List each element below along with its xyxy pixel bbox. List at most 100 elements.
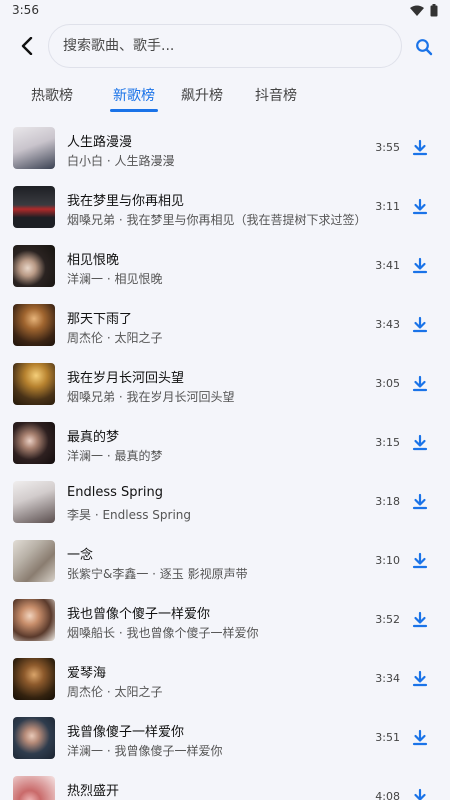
search-box[interactable]	[48, 24, 402, 68]
song-duration: 3:55	[375, 141, 400, 154]
wifi-icon	[410, 5, 424, 16]
song-title: Endless Spring	[67, 485, 163, 500]
song-title: 一念	[67, 548, 94, 563]
song-artist-album: 周杰伦 · 太阳之子	[67, 685, 163, 699]
album-cover	[13, 422, 55, 464]
chart-tabs: 热歌榜 新歌榜 飙升榜 抖音榜	[0, 76, 450, 114]
song-duration: 3:18	[375, 495, 400, 508]
download-button[interactable]	[410, 669, 430, 689]
tab-rising[interactable]: 飙升榜	[168, 76, 236, 114]
album-cover	[13, 481, 55, 523]
download-button[interactable]	[410, 197, 430, 217]
song-title: 我在梦里与你再相见	[67, 194, 185, 209]
download-icon	[412, 316, 428, 333]
song-item[interactable]: 我曾像傻子一样爱你 洋澜一 · 我曾像傻子一样爱你 3:51	[0, 710, 450, 769]
tab-douyin[interactable]: 抖音榜	[242, 76, 310, 114]
tab-label: 热歌榜	[31, 88, 73, 104]
tab-hot[interactable]: 热歌榜	[18, 76, 86, 114]
song-artist-album: 白小白 · 人生路漫漫	[67, 154, 175, 168]
download-icon	[412, 139, 428, 156]
status-time: 3:56	[12, 3, 39, 17]
download-button[interactable]	[410, 433, 430, 453]
status-icons	[410, 4, 438, 17]
song-item[interactable]: 热烈盛开 4:08	[0, 769, 450, 800]
song-title: 那天下雨了	[67, 312, 133, 327]
song-duration: 3:15	[375, 436, 400, 449]
song-duration: 3:10	[375, 554, 400, 567]
song-duration: 3:43	[375, 318, 400, 331]
download-button[interactable]	[410, 728, 430, 748]
download-button[interactable]	[410, 256, 430, 276]
album-cover	[13, 776, 55, 800]
back-button[interactable]	[14, 33, 40, 59]
download-icon	[412, 611, 428, 628]
album-cover	[13, 186, 55, 228]
tab-new[interactable]: 新歌榜	[92, 76, 176, 114]
download-button[interactable]	[410, 610, 430, 630]
tab-indicator	[110, 109, 158, 112]
album-cover	[13, 599, 55, 641]
song-duration: 3:51	[375, 731, 400, 744]
song-item[interactable]: 我也曾像个傻子一样爱你 烟嗓船长 · 我也曾像个傻子一样爱你 3:52	[0, 592, 450, 651]
download-icon	[412, 198, 428, 215]
song-title: 人生路漫漫	[67, 135, 133, 150]
search-input[interactable]	[61, 37, 401, 55]
song-title: 爱琴海	[67, 666, 107, 681]
download-button[interactable]	[410, 787, 430, 800]
tab-label: 飙升榜	[181, 88, 223, 104]
download-button[interactable]	[410, 315, 430, 335]
song-title: 最真的梦	[67, 430, 120, 445]
song-title: 我曾像傻子一样爱你	[67, 725, 185, 740]
download-button[interactable]	[410, 374, 430, 394]
song-item[interactable]: 那天下雨了 周杰伦 · 太阳之子 3:43	[0, 297, 450, 356]
album-cover	[13, 245, 55, 287]
tab-label: 新歌榜	[113, 88, 155, 104]
download-icon	[412, 434, 428, 451]
song-item[interactable]: 一念 张紫宁&李鑫一 · 逐玉 影视原声带 3:10	[0, 533, 450, 592]
song-item[interactable]: 爱琴海 周杰伦 · 太阳之子 3:34	[0, 651, 450, 710]
status-bar: 3:56	[0, 0, 450, 22]
search-button[interactable]	[412, 35, 436, 59]
download-icon	[412, 257, 428, 274]
download-icon	[412, 670, 428, 687]
song-item[interactable]: 人生路漫漫 白小白 · 人生路漫漫 3:55	[0, 120, 450, 179]
album-cover	[13, 658, 55, 700]
download-icon	[412, 493, 428, 510]
download-icon	[412, 729, 428, 746]
song-item[interactable]: 相见恨晚 洋澜一 · 相见恨晚 3:41	[0, 238, 450, 297]
song-artist-album: 周杰伦 · 太阳之子	[67, 331, 163, 345]
song-artist-album: 烟嗓兄弟 · 我在岁月长河回头望	[67, 390, 235, 404]
song-title: 我也曾像个傻子一样爱你	[67, 607, 211, 622]
song-artist-album: 洋澜一 · 最真的梦	[67, 449, 163, 463]
song-duration: 3:41	[375, 259, 400, 272]
song-item[interactable]: Endless Spring 李昊 · Endless Spring 3:18	[0, 474, 450, 533]
song-item[interactable]: 我在岁月长河回头望 烟嗓兄弟 · 我在岁月长河回头望 3:05	[0, 356, 450, 415]
song-title: 热烈盛开	[67, 784, 120, 799]
song-artist-album: 烟嗓兄弟 · 我在梦里与你再相见（我在菩提树下求过签）	[67, 213, 367, 227]
album-cover	[13, 363, 55, 405]
song-duration: 3:34	[375, 672, 400, 685]
song-title: 我在岁月长河回头望	[67, 371, 185, 386]
download-button[interactable]	[410, 138, 430, 158]
song-item[interactable]: 我在梦里与你再相见 烟嗓兄弟 · 我在梦里与你再相见（我在菩提树下求过签） 3:…	[0, 179, 450, 238]
album-cover	[13, 127, 55, 169]
battery-icon	[430, 4, 438, 17]
header	[0, 22, 450, 72]
song-title: 相见恨晚	[67, 253, 120, 268]
song-artist-album: 烟嗓船长 · 我也曾像个傻子一样爱你	[67, 626, 259, 640]
search-icon	[416, 39, 433, 56]
song-artist-album: 张紫宁&李鑫一 · 逐玉 影视原声带	[67, 567, 248, 581]
download-button[interactable]	[410, 551, 430, 571]
song-duration: 3:52	[375, 613, 400, 626]
album-cover	[13, 304, 55, 346]
back-arrow-icon	[21, 37, 33, 55]
tab-label: 抖音榜	[255, 88, 297, 104]
song-artist-album: 洋澜一 · 我曾像傻子一样爱你	[67, 744, 223, 758]
song-item[interactable]: 最真的梦 洋澜一 · 最真的梦 3:15	[0, 415, 450, 474]
song-artist-album: 洋澜一 · 相见恨晚	[67, 272, 163, 286]
song-duration: 3:05	[375, 377, 400, 390]
download-button[interactable]	[410, 492, 430, 512]
album-cover	[13, 717, 55, 759]
download-icon	[412, 552, 428, 569]
download-icon	[414, 788, 426, 800]
